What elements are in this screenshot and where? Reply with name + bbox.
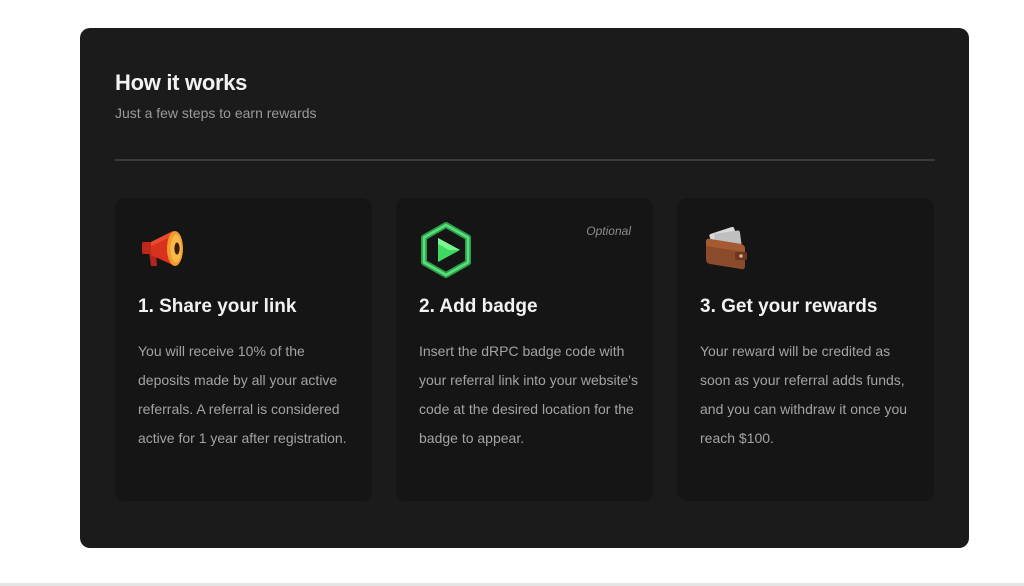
step-card-get-rewards: 3. Get your rewards Your reward will be … bbox=[677, 198, 934, 501]
optional-tag: Optional bbox=[586, 224, 631, 238]
step-card-add-badge: Optional 2. Add badge Insert the dRPC ba… bbox=[396, 198, 653, 501]
how-it-works-panel: How it works Just a few steps to earn re… bbox=[80, 28, 969, 548]
divider bbox=[115, 159, 935, 161]
drpc-badge-icon bbox=[418, 222, 474, 278]
wallet-icon bbox=[699, 222, 755, 278]
step-description: Insert the dRPC badge code with your ref… bbox=[419, 343, 638, 446]
step-description: Your reward will be credited as soon as … bbox=[700, 343, 908, 446]
step-title: 3. Get your rewards bbox=[700, 296, 878, 317]
megaphone-icon bbox=[137, 222, 193, 278]
step-title: 2. Add badge bbox=[419, 296, 538, 317]
step-card-share-link: 1. Share your link You will receive 10% … bbox=[115, 198, 372, 501]
section-title: How it works bbox=[115, 70, 248, 95]
section-subtitle: Just a few steps to earn rewards bbox=[115, 105, 317, 121]
step-title: 1. Share your link bbox=[138, 296, 297, 317]
step-description: You will receive 10% of the deposits mad… bbox=[138, 343, 347, 446]
